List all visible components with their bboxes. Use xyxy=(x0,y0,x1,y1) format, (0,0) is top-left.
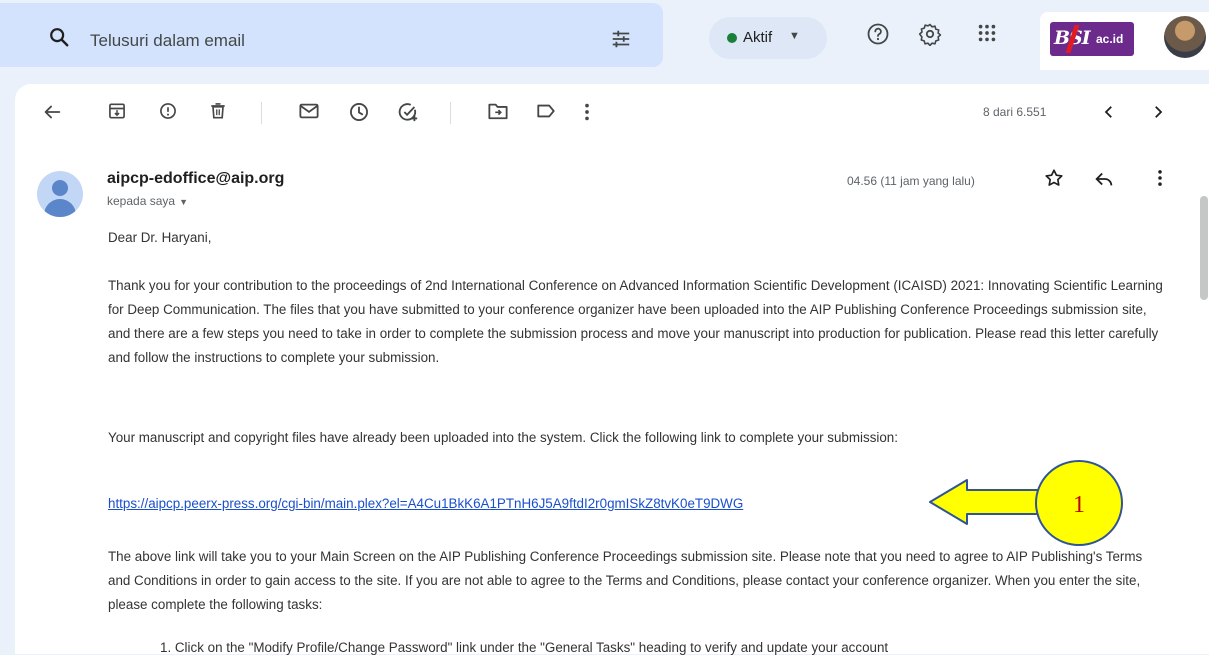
annotation-number: 1 xyxy=(1073,492,1085,518)
annotation-overlay: 1 xyxy=(929,460,1123,546)
annotation-arrow xyxy=(929,479,1043,525)
